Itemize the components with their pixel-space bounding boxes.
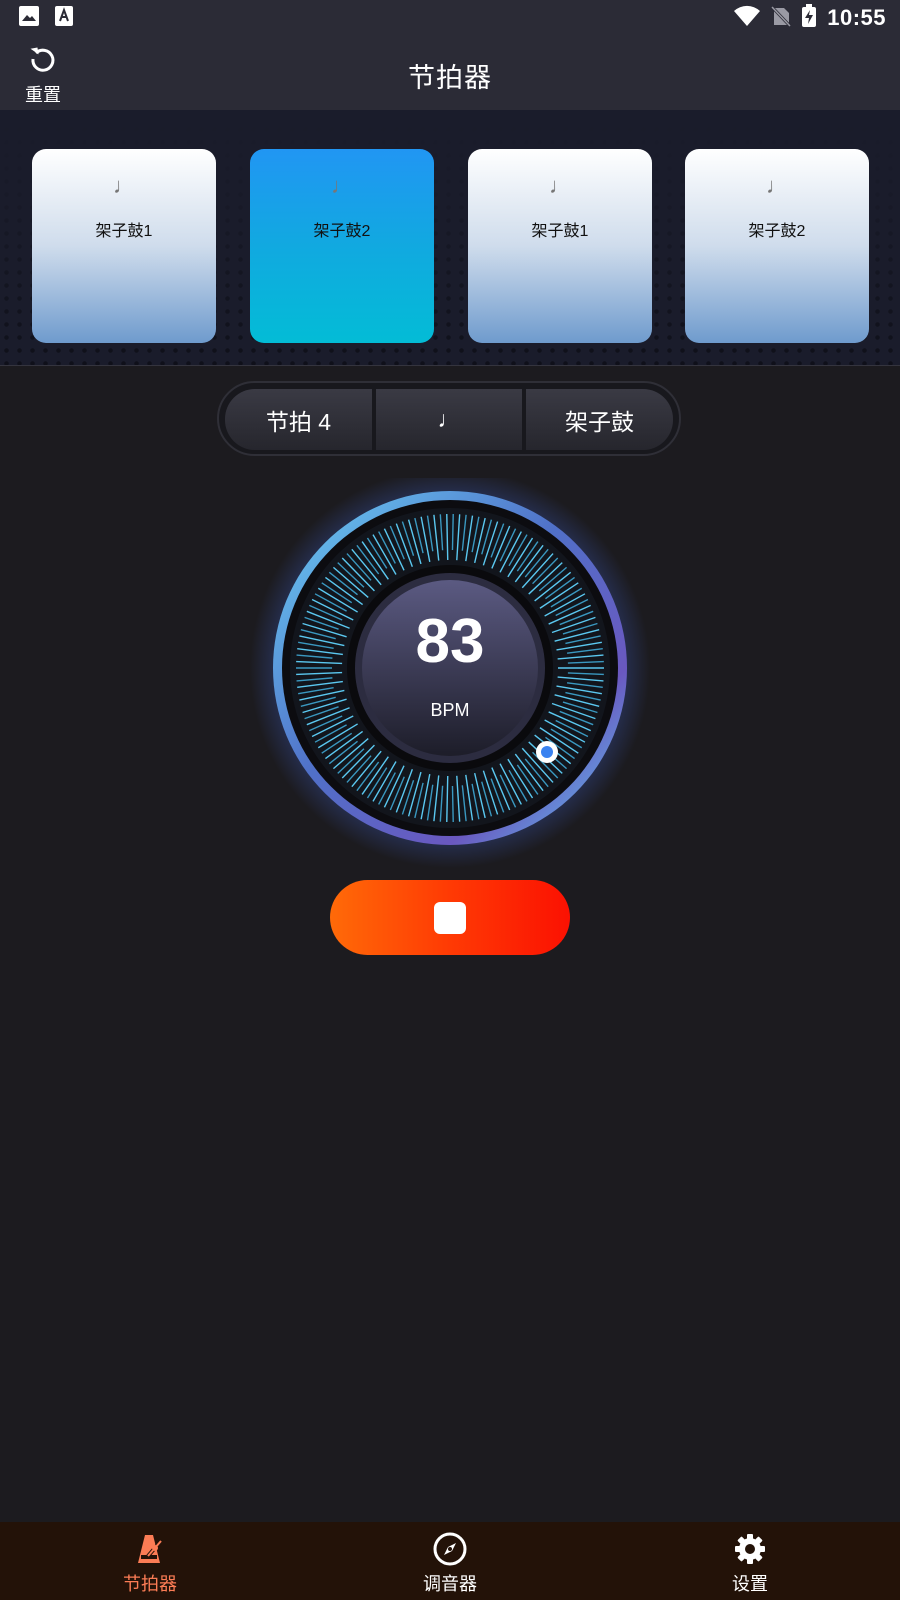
beat-card-label: 架子鼓1 — [531, 223, 589, 240]
beats-per-bar-button[interactable]: 节拍 4 — [225, 389, 372, 450]
nav-tuner[interactable]: 调音器 — [350, 1522, 550, 1600]
page-title: 节拍器 — [408, 63, 492, 93]
bpm-value: 83 — [415, 607, 485, 676]
nav-label: 节拍器 — [123, 1574, 177, 1594]
beat-card-label: 架子鼓2 — [748, 223, 806, 240]
tempo-dial[interactable]: 83 BPM — [250, 468, 650, 878]
metronome-icon — [135, 1531, 165, 1567]
text-notification-icon — [54, 5, 74, 32]
beat-card-4[interactable]: ♩ 架子鼓2 — [685, 149, 869, 343]
beats-panel: ♩ 架子鼓1 ♩ 架子鼓2 ♩ 架子鼓1 ♩ 架子鼓2 — [0, 110, 900, 366]
no-sim-icon — [771, 5, 792, 32]
nav-metronome[interactable]: 节拍器 — [50, 1522, 250, 1600]
note-icon: ♩ — [766, 173, 788, 198]
nav-label: 调音器 — [423, 1574, 477, 1594]
gear-icon — [734, 1531, 766, 1567]
battery-charging-icon — [801, 3, 817, 33]
stop-icon — [434, 902, 466, 934]
bpm-unit: BPM — [430, 700, 470, 720]
beat-card-label: 架子鼓2 — [313, 223, 371, 240]
stop-button[interactable] — [330, 880, 570, 955]
status-bar: 10:55 — [0, 0, 900, 36]
bottom-navigation: 节拍器 调音器 设置 — [0, 1522, 900, 1600]
beat-card-label: 架子鼓1 — [95, 223, 153, 240]
beat-card-2[interactable]: ♩ 架子鼓2 — [250, 149, 434, 343]
note-icon: ♩ — [113, 173, 135, 198]
image-notification-icon — [18, 5, 40, 32]
nav-settings[interactable]: 设置 — [650, 1522, 850, 1600]
tempo-dial-graphic — [250, 468, 650, 868]
note-icon: ♩ — [549, 173, 571, 198]
compass-icon — [433, 1531, 467, 1567]
note-value-button[interactable]: ♩ — [376, 389, 522, 450]
sound-select-button[interactable]: 架子鼓 — [526, 389, 673, 450]
nav-label: 设置 — [732, 1574, 768, 1594]
clock: 10:55 — [827, 5, 886, 30]
wifi-icon — [733, 5, 761, 32]
tempo-knob[interactable] — [536, 741, 558, 763]
beat-card-3[interactable]: ♩ 架子鼓1 — [468, 149, 652, 343]
beat-card-1[interactable]: ♩ 架子鼓1 — [32, 149, 216, 343]
app-bar: 重置 节拍器 — [0, 36, 900, 110]
settings-selector: 节拍 4 ♩ 架子鼓 — [217, 381, 681, 456]
note-icon: ♩ — [331, 173, 353, 198]
